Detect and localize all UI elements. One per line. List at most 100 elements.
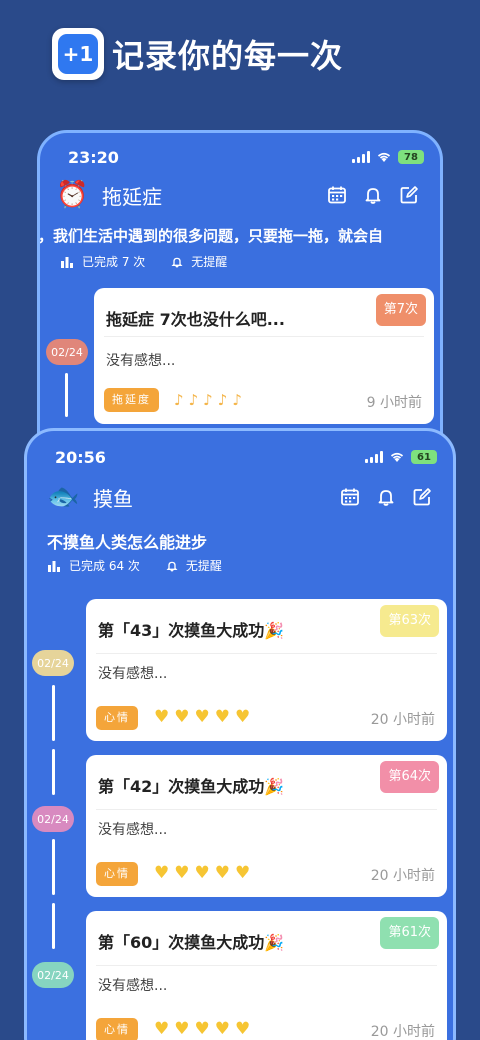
delay-rating: ♪ ♪ ♪ ♪ ♪ bbox=[174, 391, 242, 409]
timeline-line bbox=[65, 373, 68, 417]
heart-icon: ♥ bbox=[194, 1019, 210, 1039]
heart-icon: ♥ bbox=[154, 863, 170, 883]
rating-icon: ♪ bbox=[217, 391, 228, 409]
mood-tag: 心情 bbox=[96, 862, 138, 886]
edit-icon[interactable] bbox=[411, 486, 433, 508]
app-name: 摸鱼 bbox=[93, 486, 133, 511]
mood-tag: 心情 bbox=[96, 1018, 138, 1040]
timeline-line bbox=[52, 903, 55, 949]
time-ago: 20 小时前 bbox=[370, 712, 435, 728]
cellular-signal-icon bbox=[365, 451, 383, 463]
record-note: 没有感想... bbox=[98, 822, 168, 838]
rank-badge: 第63次 bbox=[380, 605, 439, 637]
app-motto: 不摸鱼人类怎么能进步 bbox=[47, 533, 208, 552]
alarm-clock-icon: ⏰ bbox=[56, 180, 89, 210]
status-bar: 20:56 61 bbox=[27, 445, 453, 469]
heart-icon: ♥ bbox=[235, 707, 251, 727]
heart-icon: ♥ bbox=[235, 1019, 251, 1039]
record-card[interactable]: 第「43」次摸鱼大成功🎉 第63次 没有感想... 心情 ♥ ♥ ♥ ♥ ♥ 20 小时… bbox=[86, 599, 447, 741]
battery-indicator: 78 bbox=[398, 150, 424, 164]
record-title: 第「60」次摸鱼大成功🎉 bbox=[98, 933, 285, 952]
battery-indicator: 61 bbox=[411, 450, 437, 464]
app-motto: ，我们生活中遇到的很多问题，只要拖一拖，就会自 bbox=[38, 227, 384, 245]
plus-one-icon: +1 bbox=[58, 34, 98, 74]
completed-count: 已完成 64 次 bbox=[69, 559, 140, 573]
bell-icon[interactable] bbox=[375, 486, 397, 508]
stats-row: 已完成 64 次 无提醒 bbox=[47, 557, 222, 574]
status-bar: 23:20 78 bbox=[40, 145, 440, 169]
date-pill: 02/24 bbox=[32, 806, 74, 832]
divider bbox=[96, 809, 437, 810]
record-card[interactable]: 第「42」次摸鱼大成功🎉 第64次 没有感想... 心情 ♥ ♥ ♥ ♥ ♥ 20 小时… bbox=[86, 755, 447, 897]
record-note: 没有感想... bbox=[98, 666, 168, 682]
heart-icon: ♥ bbox=[194, 707, 210, 727]
stats-row: 已完成 7 次 无提醒 bbox=[60, 253, 227, 270]
app-header: ⏰ 拖延症 bbox=[40, 177, 440, 213]
record-card[interactable]: 拖延症 7次也没什么吧... 第7次 没有感想... 拖延度 ♪ ♪ ♪ ♪ ♪ 9 小… bbox=[94, 288, 434, 424]
cellular-signal-icon bbox=[352, 151, 370, 163]
wifi-icon bbox=[390, 452, 404, 462]
app-header: 🐟 摸鱼 bbox=[27, 479, 453, 515]
promo-banner: +1 记录你的每一次 bbox=[52, 28, 343, 80]
heart-icon: ♥ bbox=[174, 1019, 190, 1039]
heart-icon: ♥ bbox=[194, 863, 210, 883]
rank-badge: 第64次 bbox=[380, 761, 439, 793]
plus-one-app-icon: +1 bbox=[52, 28, 104, 80]
time-ago: 9 小时前 bbox=[366, 395, 422, 411]
heart-icon: ♥ bbox=[214, 707, 230, 727]
app-name: 拖延症 bbox=[102, 184, 162, 209]
divider bbox=[96, 653, 437, 654]
phone-screenshot-slacking: 20:56 61 🐟 摸鱼 不摸鱼人类怎么能进步 已完成 64 次 无提醒 02… bbox=[24, 428, 456, 1040]
bell-icon[interactable] bbox=[362, 184, 384, 206]
time-ago: 20 小时前 bbox=[370, 1024, 435, 1040]
reminder-status: 无提醒 bbox=[185, 559, 222, 573]
reminder-status: 无提醒 bbox=[191, 255, 228, 269]
time-ago: 20 小时前 bbox=[370, 868, 435, 884]
rating-icon: ♪ bbox=[232, 391, 242, 409]
timeline-line bbox=[52, 839, 55, 895]
completed-count: 已完成 7 次 bbox=[82, 255, 146, 269]
bar-chart-icon bbox=[61, 256, 73, 268]
rating-icon: ♪ bbox=[188, 391, 199, 409]
bell-small-icon bbox=[166, 561, 178, 571]
calendar-icon[interactable] bbox=[339, 486, 361, 508]
calendar-icon[interactable] bbox=[326, 184, 348, 206]
timeline-line bbox=[52, 749, 55, 795]
wifi-icon bbox=[377, 152, 391, 162]
heart-icon: ♥ bbox=[154, 707, 170, 727]
rating-icon: ♪ bbox=[174, 391, 184, 409]
heart-icon: ♥ bbox=[154, 1019, 170, 1039]
mood-hearts: ♥ ♥ ♥ ♥ ♥ bbox=[154, 1019, 250, 1039]
date-pill: 02/24 bbox=[46, 339, 88, 365]
heart-icon: ♥ bbox=[214, 863, 230, 883]
heart-icon: ♥ bbox=[174, 707, 190, 727]
heart-icon: ♥ bbox=[214, 1019, 230, 1039]
divider bbox=[96, 965, 437, 966]
timeline-line bbox=[52, 685, 55, 741]
fish-icon: 🐟 bbox=[47, 482, 80, 512]
rank-badge: 第7次 bbox=[375, 294, 426, 326]
record-title: 第「43」次摸鱼大成功🎉 bbox=[98, 621, 285, 640]
record-title: 拖延症 7次也没什么吧... bbox=[106, 310, 285, 329]
record-title: 第「42」次摸鱼大成功🎉 bbox=[98, 777, 285, 796]
record-note: 没有感想... bbox=[98, 978, 168, 994]
rank-badge: 第61次 bbox=[380, 917, 439, 949]
mood-hearts: ♥ ♥ ♥ ♥ ♥ bbox=[154, 863, 250, 883]
date-pill: 02/24 bbox=[32, 962, 74, 988]
heart-icon: ♥ bbox=[235, 863, 251, 883]
edit-icon[interactable] bbox=[398, 184, 420, 206]
bell-small-icon bbox=[171, 257, 183, 267]
date-pill: 02/24 bbox=[32, 650, 74, 676]
record-card[interactable]: 第「60」次摸鱼大成功🎉 第61次 没有感想... 心情 ♥ ♥ ♥ ♥ ♥ 20 小时… bbox=[86, 911, 447, 1040]
mood-hearts: ♥ ♥ ♥ ♥ ♥ bbox=[154, 707, 250, 727]
divider bbox=[104, 336, 424, 337]
status-time: 20:56 bbox=[55, 447, 106, 467]
delay-tag: 拖延度 bbox=[104, 388, 159, 412]
status-time: 23:20 bbox=[68, 147, 119, 167]
record-note: 没有感想... bbox=[106, 353, 176, 369]
bar-chart-icon bbox=[48, 560, 60, 572]
banner-title: 记录你的每一次 bbox=[112, 37, 344, 75]
rating-icon: ♪ bbox=[203, 391, 213, 409]
mood-tag: 心情 bbox=[96, 706, 138, 730]
heart-icon: ♥ bbox=[174, 863, 190, 883]
